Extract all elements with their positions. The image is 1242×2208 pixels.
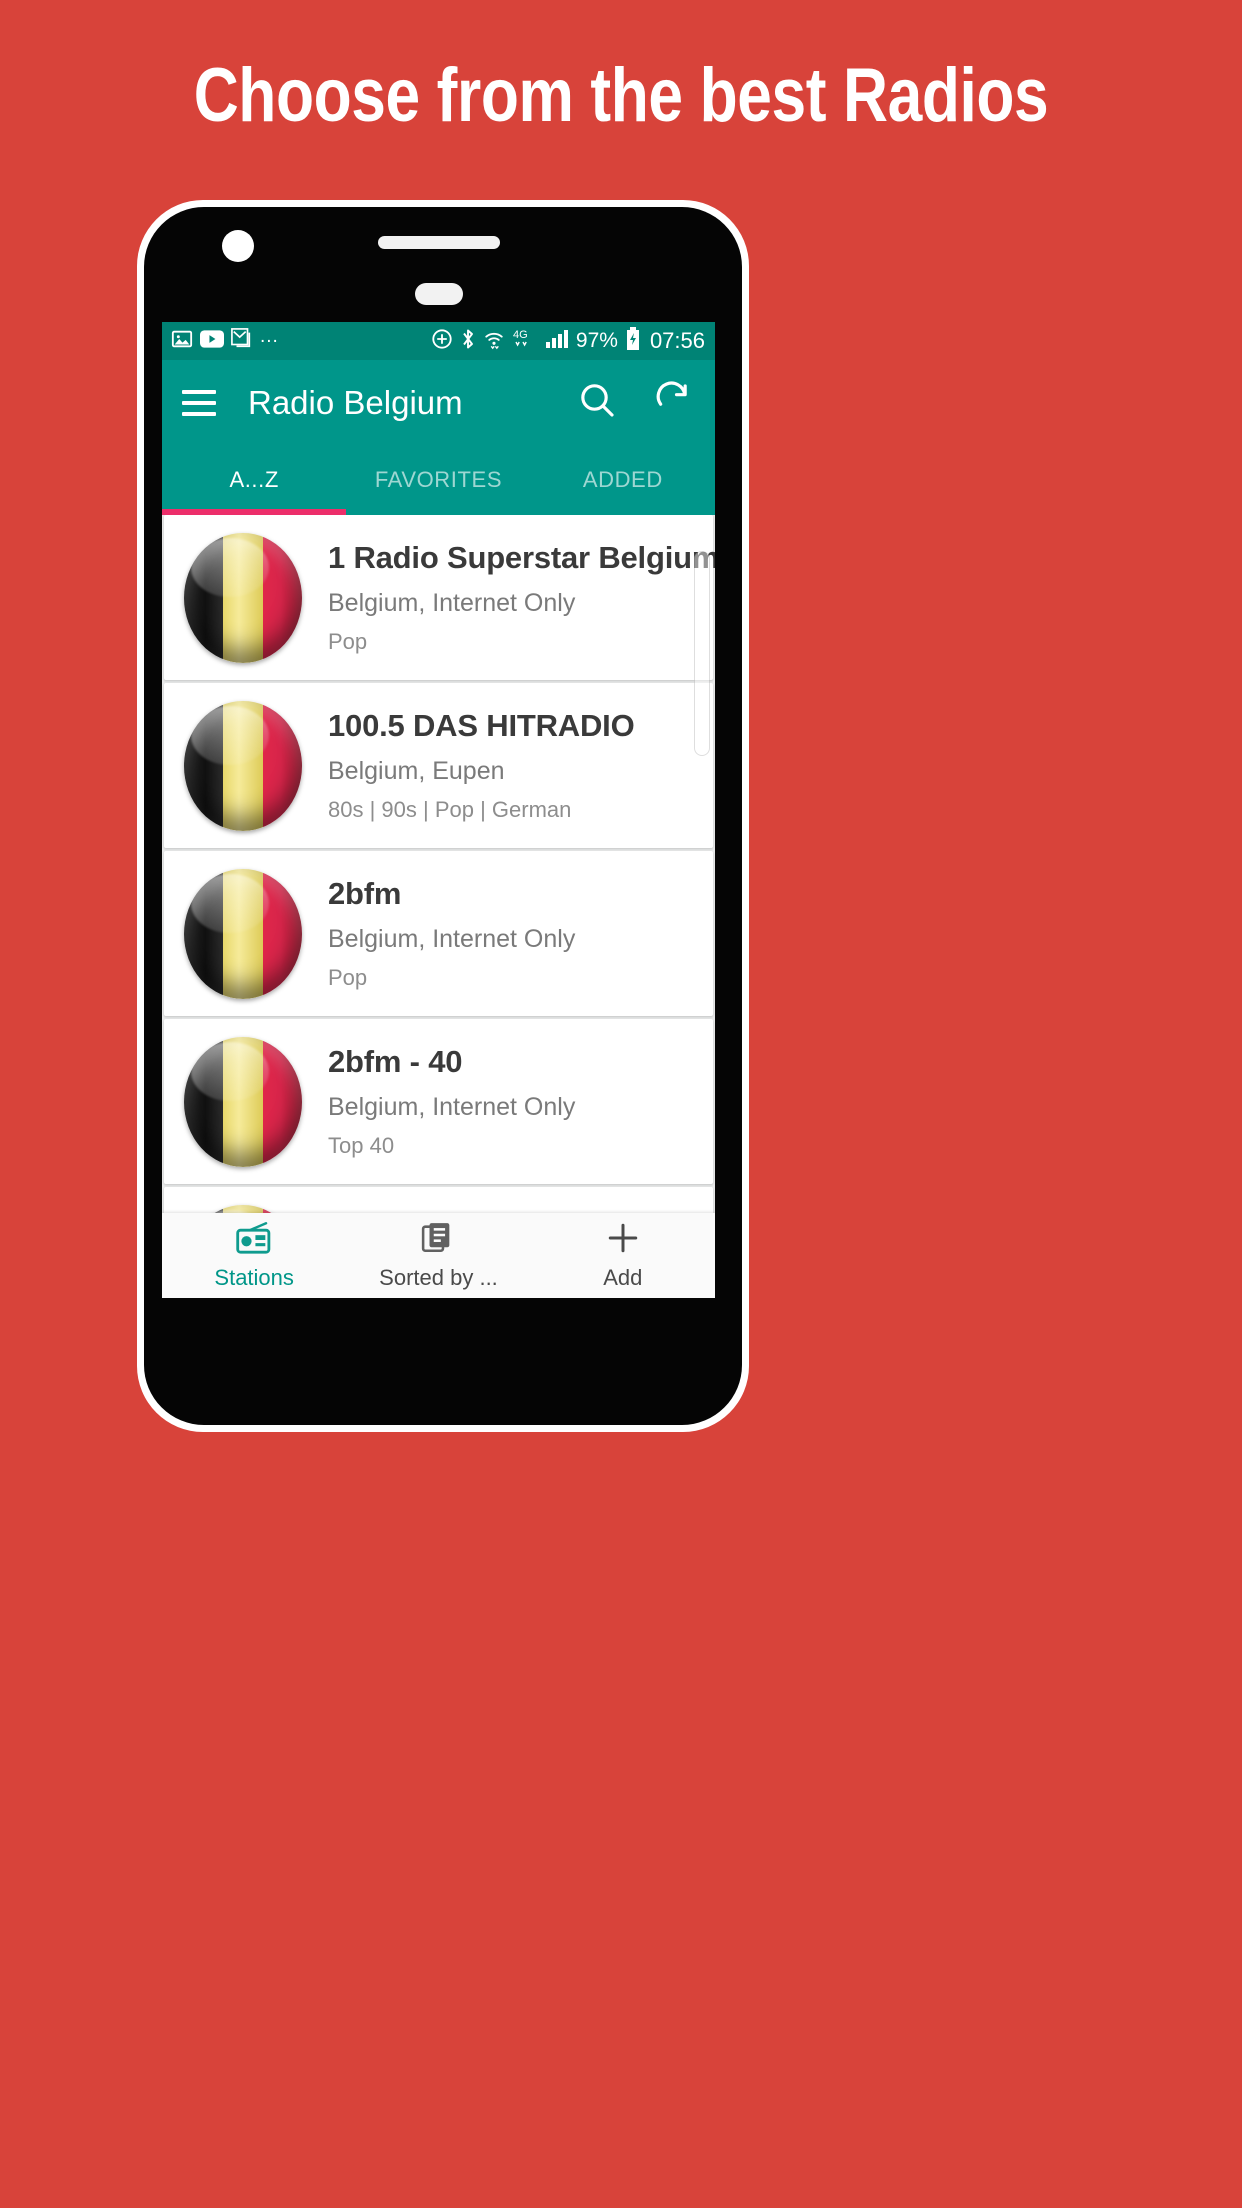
station-genre: Pop	[328, 965, 368, 990]
station-text: 2bfm - 40 Belgium, Internet Only Top 40	[328, 1044, 575, 1159]
sync-add-icon	[431, 328, 453, 355]
signal-bars-icon	[545, 329, 569, 354]
earpiece-speaker	[378, 236, 500, 249]
bottom-navigation: Stations Sorted by ... Add	[162, 1213, 715, 1298]
front-camera-icon	[222, 230, 254, 262]
plus-icon	[606, 1221, 640, 1260]
refresh-icon[interactable]	[653, 380, 693, 425]
tab-a-z[interactable]: A...Z	[162, 445, 346, 515]
station-text: 2bfm Belgium, Internet Only Pop	[328, 876, 575, 991]
wifi-icon	[483, 328, 505, 355]
scrollbar-thumb[interactable]	[694, 551, 710, 756]
belgium-flag-icon	[184, 868, 302, 999]
network-type-label: 4G	[512, 327, 538, 356]
status-overflow-dots: ...	[260, 326, 279, 347]
battery-charging-icon	[625, 326, 641, 356]
nav-item-sorted-by[interactable]: Sorted by ...	[346, 1213, 530, 1298]
table-row[interactable]: 1 Radio Superstar Belgium Belgium, Inter…	[164, 515, 715, 680]
nav-item-stations[interactable]: Stations	[162, 1213, 346, 1298]
search-icon[interactable]	[577, 380, 617, 425]
station-text: 100.5 DAS HITRADIO Belgium, Eupen 80s | …	[328, 708, 635, 823]
youtube-icon	[200, 329, 224, 353]
table-row[interactable]: 2bfm - 40 Belgium, Internet Only Top 40	[164, 1019, 713, 1184]
radio-icon	[235, 1221, 273, 1260]
tab-favorites[interactable]: FAVORITES	[346, 445, 530, 515]
belgium-flag-icon	[184, 1036, 302, 1167]
status-bar-left: ...	[171, 326, 279, 355]
hamburger-menu-icon[interactable]	[182, 389, 216, 416]
station-genre: Pop	[328, 629, 368, 654]
photo-icon	[171, 328, 193, 355]
nav-label-add: Add	[603, 1264, 643, 1290]
tab-added[interactable]: ADDED	[531, 445, 715, 515]
app-bar-actions	[577, 380, 693, 425]
gmail-icon	[231, 327, 253, 355]
station-genre: 80s | 90s | Pop | German	[328, 797, 572, 822]
nav-label-stations: Stations	[214, 1264, 294, 1290]
station-list[interactable]: 1 Radio Superstar Belgium Belgium, Inter…	[162, 515, 715, 1298]
phone-screen: ... 4G 97% 07:56 Radio Belgium A...Z FAV…	[162, 322, 715, 1298]
clock-label: 07:56	[649, 328, 705, 353]
station-location: Belgium, Internet Only	[328, 589, 576, 617]
station-name: 1 Radio Superstar Belgium	[328, 540, 715, 575]
belgium-flag-icon	[184, 700, 302, 831]
station-name: 2bfm	[328, 876, 402, 911]
page-title: Choose from the best Radios	[193, 53, 1049, 138]
status-bar: ... 4G 97% 07:56	[162, 322, 715, 360]
app-title: Radio Belgium	[248, 383, 463, 421]
station-text: 1 Radio Superstar Belgium Belgium, Inter…	[328, 540, 715, 655]
nav-item-add[interactable]: Add	[531, 1213, 715, 1298]
bluetooth-icon	[460, 328, 476, 355]
station-name: 2bfm - 40	[328, 1044, 463, 1079]
station-name: 100.5 DAS HITRADIO	[328, 708, 635, 743]
station-location: Belgium, Eupen	[328, 757, 505, 785]
table-row[interactable]: 2bfm Belgium, Internet Only Pop	[164, 851, 713, 1016]
svg-text:4G: 4G	[513, 329, 528, 341]
battery-percent-label: 97%	[575, 329, 618, 352]
belgium-flag-icon	[184, 532, 302, 663]
sensor-pill	[415, 283, 463, 305]
station-genre: Top 40	[328, 1133, 395, 1158]
station-location: Belgium, Internet Only	[328, 1093, 576, 1121]
nav-label-sorted-by: Sorted by ...	[379, 1264, 498, 1290]
sort-list-icon	[421, 1221, 455, 1260]
station-location: Belgium, Internet Only	[328, 925, 576, 953]
table-row[interactable]: 100.5 DAS HITRADIO Belgium, Eupen 80s | …	[164, 683, 713, 848]
app-bar: Radio Belgium	[162, 360, 715, 445]
status-bar-right: 4G 97% 07:56	[431, 326, 705, 356]
tab-bar: A...Z FAVORITES ADDED	[162, 445, 715, 515]
